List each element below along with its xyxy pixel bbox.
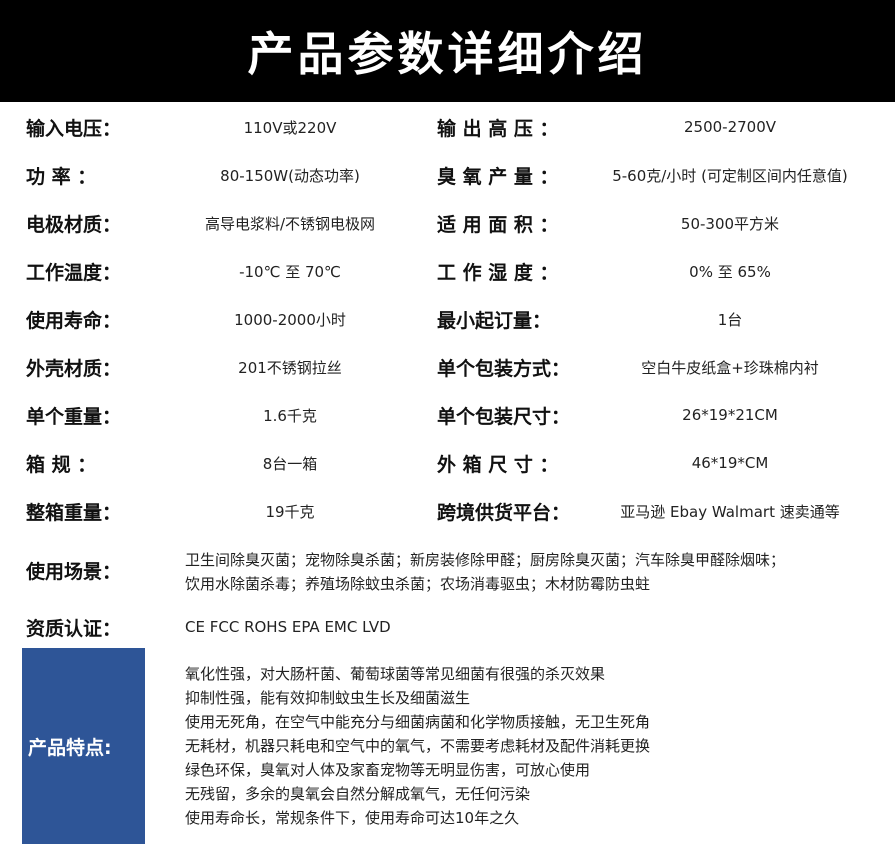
param-label: 工作温度： (26, 261, 122, 284)
scenes-text: 卫生间除臭灭菌；宠物除臭杀菌；新房装修除甲醛；厨房除臭灭菌；汽车除臭甲醛除烟味；… (185, 548, 785, 596)
param-label: 最小起订量： (437, 309, 552, 332)
cert-label: 资质认证： (26, 617, 122, 640)
param-label: 单个包装方式： (437, 357, 571, 380)
param-value: 5-60克/小时 (可定制区间内任意值) (612, 166, 848, 185)
features-label: 产品特点: (28, 736, 112, 759)
param-label: 整箱重量： (26, 501, 122, 524)
scenes-line: 饮用水除菌杀毒；养殖场除蚊虫杀菌；农场消毒驱虫；木材防霉防虫蛀 (185, 575, 651, 593)
param-value: 1.6千克 (263, 406, 317, 425)
param-value: 50-300平方米 (680, 214, 780, 233)
param-row-lifespan: 使用寿命： 1000-2000小时 最小起订量： 1台 (0, 304, 895, 334)
param-row-temperature: 工作温度： -10℃ 至 70℃ 工 作 湿 度 ： 0% 至 65% (0, 256, 895, 286)
param-label: 输入电压： (26, 117, 122, 140)
cert-value: CE FCC ROHS EPA EMC LVD (185, 618, 391, 636)
param-label: 臭 氧 产 量 ： (437, 165, 559, 188)
param-value: 8台一箱 (262, 454, 318, 473)
param-value: 26*19*21CM (682, 406, 778, 424)
param-label: 适 用 面 积 ： (437, 213, 559, 236)
param-row-weight: 单个重量： 1.6千克 单个包装尺寸： 26*19*21CM (0, 400, 895, 430)
param-label: 功 率 ： (26, 165, 97, 188)
param-row-carton: 箱 规 ： 8台一箱 外 箱 尺 寸 ： 46*19*CM (0, 448, 895, 478)
page-title: 产品参数详细介绍 (0, 0, 895, 102)
features-list: 氧化性强，对大肠杆菌、葡萄球菌等常见细菌有很强的杀灭效果 抑制性强，能有效抑制蚊… (185, 662, 650, 830)
param-label: 单个重量： (26, 405, 122, 428)
param-value: 19千克 (265, 502, 315, 521)
feature-item: 无耗材，机器只耗电和空气中的氧气，不需要考虑耗材及配件消耗更换 (185, 737, 651, 755)
param-row-input-voltage: 输入电压： 110V或220V 输 出 高 压 ： 2500-2700V (0, 112, 895, 142)
param-value: 80-150W(动态功率) (220, 166, 360, 185)
param-value: 空白牛皮纸盒+珍珠棉内衬 (641, 358, 819, 377)
feature-item: 使用无死角，在空气中能充分与细菌病菌和化学物质接触，无卫生死角 (185, 713, 651, 731)
param-label: 工 作 湿 度 ： (437, 261, 559, 284)
param-value: 46*19*CM (691, 454, 769, 472)
feature-item: 抑制性强，能有效抑制蚊虫生长及细菌滋生 (185, 689, 471, 707)
param-row-shell: 外壳材质： 201不锈钢拉丝 单个包装方式： 空白牛皮纸盒+珍珠棉内衬 (0, 352, 895, 382)
param-value: 2500-2700V (683, 118, 777, 136)
param-label: 外 箱 尺 寸 ： (437, 453, 559, 476)
param-value: 201不锈钢拉丝 (238, 358, 342, 377)
param-value: 1台 (717, 310, 743, 329)
feature-item: 绿色环保，臭氧对人体及家畜宠物等无明显伤害，可放心使用 (185, 761, 591, 779)
param-label: 箱 规 ： (26, 453, 97, 476)
param-value: 110V或220V (243, 118, 337, 137)
param-label: 单个包装尺寸： (437, 405, 571, 428)
param-row-electrode: 电极材质： 高导电浆料/不锈钢电极网 适 用 面 积 ： 50-300平方米 (0, 208, 895, 238)
param-label: 电极材质： (26, 213, 122, 236)
param-label: 外壳材质： (26, 357, 122, 380)
param-label: 使用寿命： (26, 309, 122, 332)
param-row-carton-weight: 整箱重量： 19千克 跨境供货平台： 亚马逊 Ebay Walmart 速卖通等 (0, 496, 895, 526)
feature-item: 使用寿命长，常规条件下，使用寿命可达10年之久 (185, 809, 520, 827)
features-label-box: 产品特点: (22, 648, 145, 844)
param-value: -10℃ 至 70℃ (239, 262, 341, 281)
param-row-power: 功 率 ： 80-150W(动态功率) 臭 氧 产 量 ： 5-60克/小时 (… (0, 160, 895, 190)
param-value: 亚马逊 Ebay Walmart 速卖通等 (620, 502, 840, 521)
scenes-line: 卫生间除臭灭菌；宠物除臭杀菌；新房装修除甲醛；厨房除臭灭菌；汽车除臭甲醛除烟味； (185, 551, 786, 569)
param-value: 高导电浆料/不锈钢电极网 (204, 214, 376, 233)
param-label: 跨境供货平台： (437, 501, 571, 524)
param-value: 0% 至 65% (689, 262, 771, 281)
feature-item: 无残留，多余的臭氧会自然分解成氧气，无任何污染 (185, 785, 531, 803)
feature-item: 氧化性强，对大肠杆菌、葡萄球菌等常见细菌有很强的杀灭效果 (185, 665, 606, 683)
param-label: 输 出 高 压 ： (437, 117, 559, 140)
param-value: 1000-2000小时 (234, 310, 346, 329)
scenes-label: 使用场景： (26, 560, 122, 583)
